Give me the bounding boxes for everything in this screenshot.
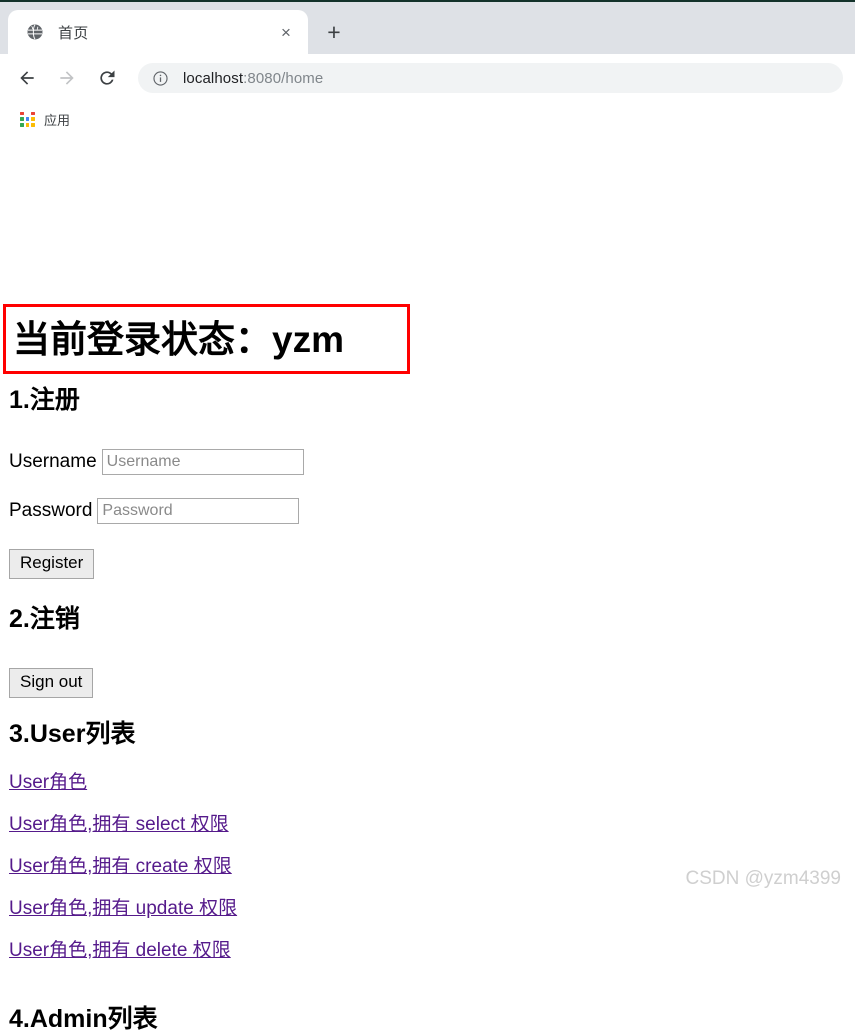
password-input[interactable] bbox=[97, 498, 300, 524]
user-role-link[interactable]: User角色,拥有 create 权限 bbox=[9, 857, 232, 876]
browser-toolbar: localhost:8080/home bbox=[0, 54, 855, 102]
url-host: localhost bbox=[183, 69, 244, 87]
back-button[interactable] bbox=[10, 61, 44, 95]
login-status-text: 当前登录状态：yzm bbox=[13, 318, 344, 360]
apps-grid-cell bbox=[20, 122, 24, 127]
reload-icon bbox=[97, 68, 117, 88]
user-role-link[interactable]: User角色,拥有 delete 权限 bbox=[9, 941, 231, 960]
address-bar[interactable]: localhost:8080/home bbox=[138, 63, 843, 93]
apps-grid-cell bbox=[31, 111, 35, 116]
register-button[interactable]: Register bbox=[9, 549, 95, 579]
page-content: 当前登录状态：yzm 1.注册 Username Password Regist… bbox=[0, 136, 855, 1032]
login-status-box: 当前登录状态：yzm bbox=[3, 304, 410, 374]
close-icon[interactable]: × bbox=[274, 20, 298, 44]
user-role-link[interactable]: User角色,拥有 update 权限 bbox=[9, 899, 237, 918]
apps-grid-cell bbox=[25, 111, 30, 116]
section-heading-signout: 2.注销 bbox=[9, 605, 80, 633]
password-row: Password bbox=[9, 498, 300, 524]
username-input[interactable] bbox=[101, 449, 304, 475]
user-role-link-list: User角色 User角色,拥有 select 权限 User角色,拥有 creat… bbox=[9, 773, 509, 983]
sign-out-button[interactable]: Sign out bbox=[9, 668, 94, 698]
bookmark-apps[interactable]: 应用 bbox=[14, 106, 76, 132]
forward-button[interactable] bbox=[50, 61, 84, 95]
user-role-link[interactable]: User角色,拥有 select 权限 bbox=[9, 815, 229, 834]
tab-title: 首页 bbox=[58, 24, 89, 42]
apps-grid-cell bbox=[20, 111, 24, 116]
section-heading-userlist: 3.User列表 bbox=[9, 720, 136, 748]
password-label: Password bbox=[9, 500, 93, 521]
username-row: Username bbox=[9, 449, 304, 475]
apps-grid-cell bbox=[31, 122, 35, 127]
apps-grid-cell bbox=[31, 117, 35, 121]
reload-button[interactable] bbox=[90, 61, 124, 95]
arrow-right-icon bbox=[57, 68, 77, 88]
globe-icon bbox=[26, 23, 44, 41]
section-heading-adminlist: 4.Admin列表 bbox=[9, 1005, 158, 1033]
apps-grid-cell bbox=[20, 117, 24, 121]
apps-grid-icon bbox=[20, 111, 35, 127]
csdn-watermark: CSDN @yzm4399 bbox=[685, 868, 842, 889]
info-circle-icon[interactable] bbox=[152, 70, 169, 87]
user-role-link[interactable]: User角色 bbox=[9, 773, 87, 792]
tab-strip: 首页 × + bbox=[0, 2, 855, 54]
apps-grid-cell bbox=[25, 122, 30, 127]
section-heading-register: 1.注册 bbox=[9, 386, 80, 414]
address-bar-text: localhost:8080/home bbox=[183, 70, 323, 87]
url-path: :8080/home bbox=[243, 69, 324, 87]
new-tab-button[interactable]: + bbox=[314, 14, 354, 50]
username-label: Username bbox=[9, 451, 97, 472]
bookmarks-bar: 应用 bbox=[0, 102, 855, 136]
browser-tab[interactable]: 首页 × bbox=[8, 10, 308, 54]
arrow-left-icon bbox=[17, 68, 37, 88]
apps-grid-cell bbox=[25, 117, 30, 121]
bookmark-apps-label: 应用 bbox=[44, 112, 71, 128]
